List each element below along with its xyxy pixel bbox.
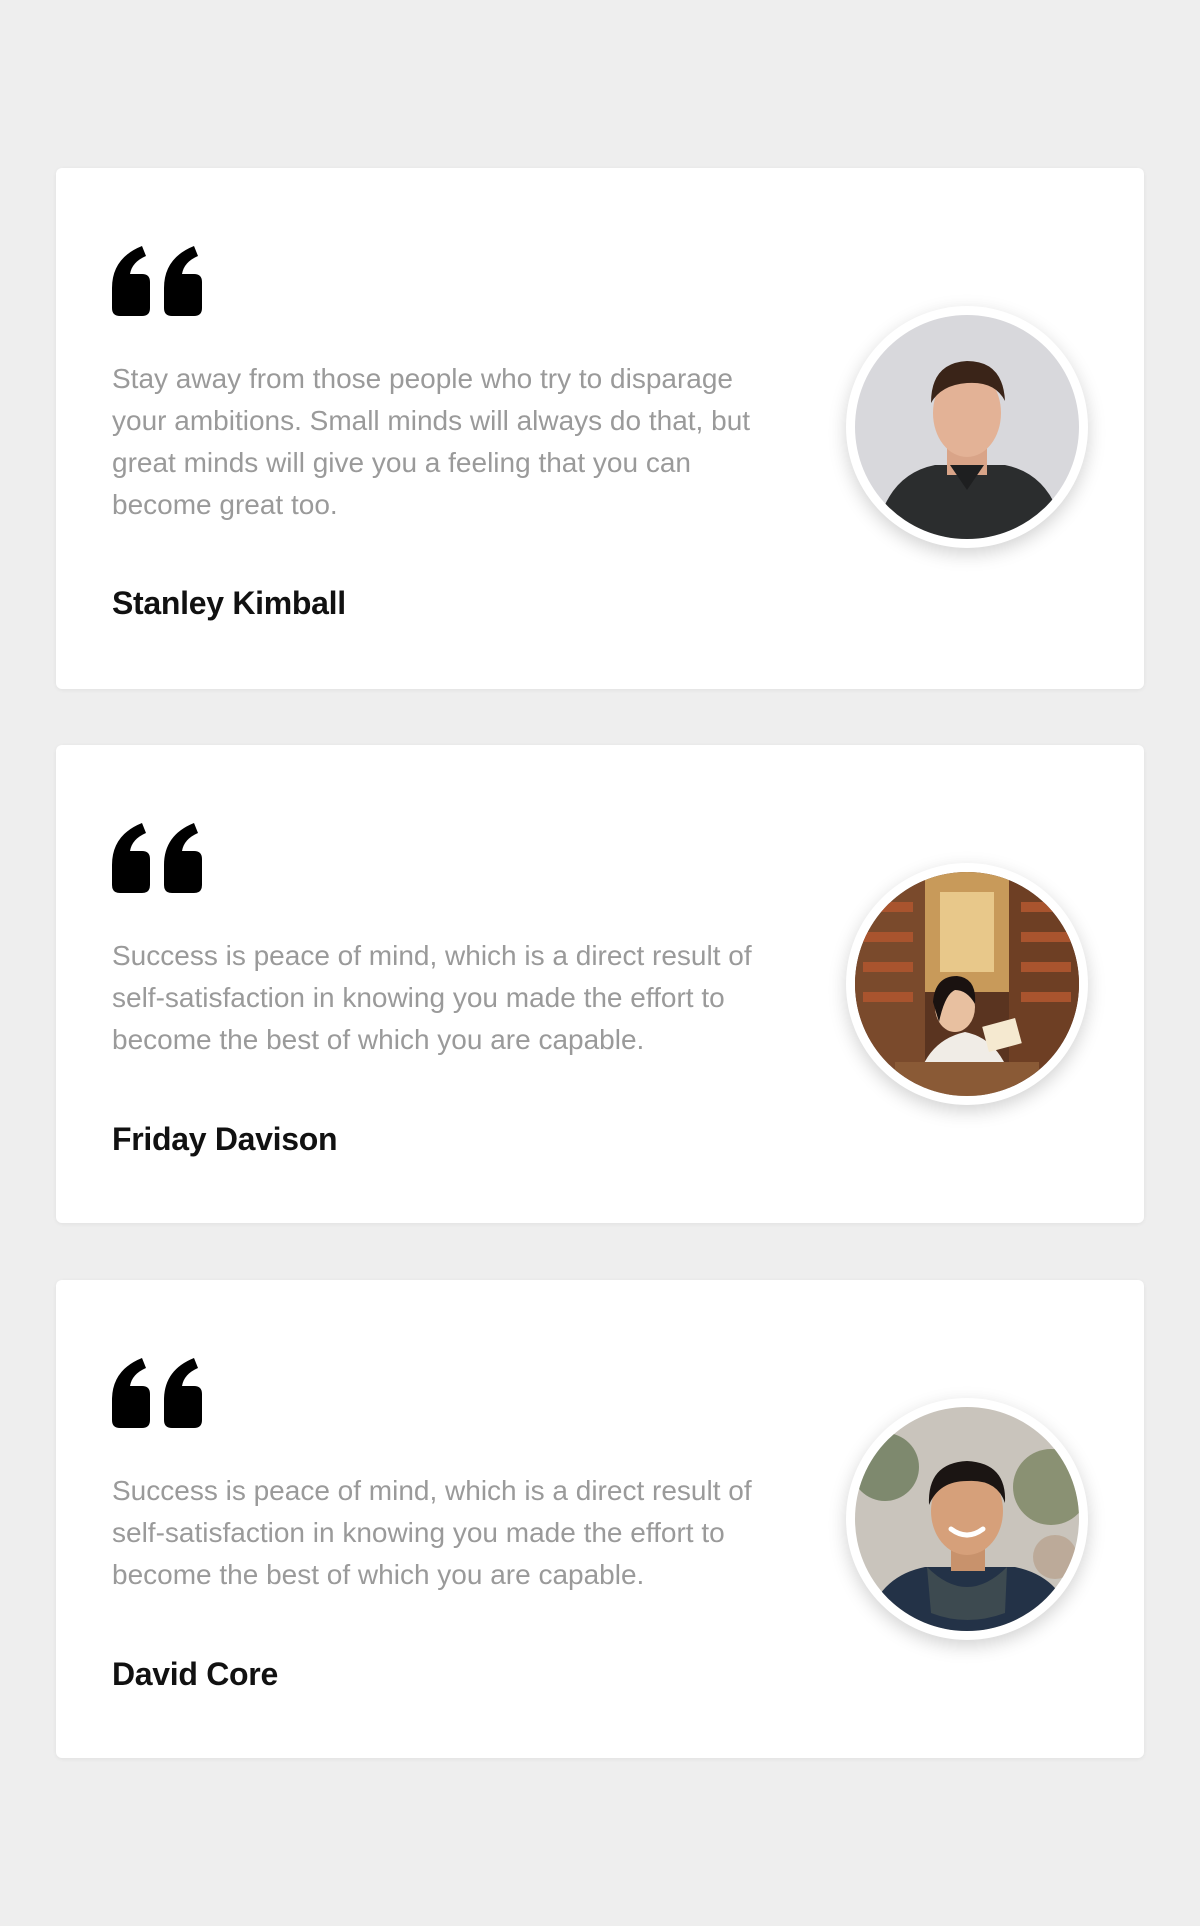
avatar [846, 863, 1088, 1105]
quote-mark-icon [112, 821, 212, 893]
testimonial-author: David Core [112, 1656, 278, 1692]
testimonial-quote: Success is peace of mind, which is a dir… [112, 940, 752, 1055]
quote-mark-icon [112, 244, 212, 316]
testimonial-card: Stay away from those people who try to d… [56, 168, 1144, 689]
testimonial-quote: Success is peace of mind, which is a dir… [112, 1475, 752, 1590]
avatar-photo [855, 315, 1079, 539]
avatar-photo [855, 872, 1079, 1096]
avatar [846, 1398, 1088, 1640]
avatar-photo [855, 1407, 1079, 1631]
testimonial-card: Success is peace of mind, which is a dir… [56, 745, 1144, 1223]
testimonial-card: Success is peace of mind, which is a dir… [56, 1280, 1144, 1758]
testimonial-author: Stanley Kimball [112, 585, 346, 621]
testimonial-quote: Stay away from those people who try to d… [112, 363, 751, 520]
testimonial-author: Friday Davison [112, 1121, 338, 1157]
avatar [846, 306, 1088, 548]
quote-mark-icon [112, 1356, 212, 1428]
